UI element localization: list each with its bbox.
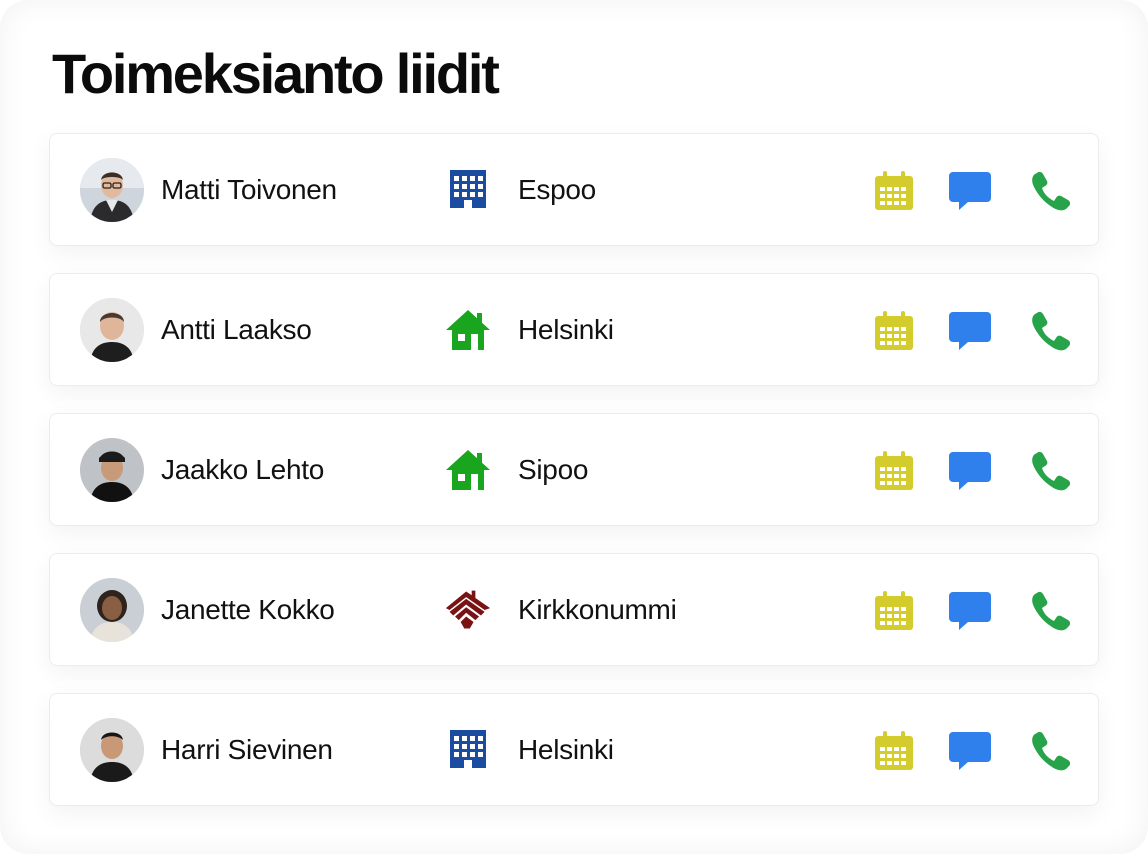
leads-list: Matti Toivonen Espoo Antti Laakso Helsin… (49, 133, 1099, 833)
calendar-icon[interactable] (872, 450, 916, 492)
lead-city: Helsinki (518, 734, 614, 765)
calendar-icon[interactable] (872, 310, 916, 352)
avatar (80, 158, 144, 222)
lead-row[interactable]: Jaakko Lehto Sipoo (49, 413, 1099, 526)
message-icon[interactable] (948, 450, 992, 492)
lead-name: Jaakko Lehto (161, 454, 324, 485)
lead-name: Antti Laakso (161, 314, 312, 345)
lead-city: Kirkkonummi (518, 594, 677, 625)
message-icon[interactable] (948, 170, 992, 212)
lead-name: Matti Toivonen (161, 174, 337, 205)
lead-row[interactable]: Harri Sievinen Helsinki (49, 693, 1099, 806)
page-title: Toimeksianto liidit (52, 42, 500, 105)
house-icon (444, 306, 492, 354)
avatar (80, 298, 144, 362)
avatar (80, 438, 144, 502)
lead-name: Janette Kokko (161, 594, 335, 625)
lead-row[interactable]: Antti Laakso Helsinki (49, 273, 1099, 386)
building-icon (444, 726, 492, 774)
lead-row[interactable]: Janette Kokko Kirkkonummi (49, 553, 1099, 666)
calendar-icon[interactable] (872, 590, 916, 632)
phone-icon[interactable] (1028, 310, 1072, 352)
message-icon[interactable] (948, 310, 992, 352)
phone-icon[interactable] (1028, 170, 1072, 212)
phone-icon[interactable] (1028, 450, 1072, 492)
lead-row[interactable]: Matti Toivonen Espoo (49, 133, 1099, 246)
farmhouse-icon (444, 586, 492, 634)
leads-card: Toimeksianto liidit Matti Toivonen Espoo… (0, 0, 1148, 854)
calendar-icon[interactable] (872, 170, 916, 212)
building-icon (444, 166, 492, 214)
phone-icon[interactable] (1028, 590, 1072, 632)
phone-icon[interactable] (1028, 730, 1072, 772)
message-icon[interactable] (948, 590, 992, 632)
lead-name: Harri Sievinen (161, 734, 333, 765)
calendar-icon[interactable] (872, 730, 916, 772)
lead-city: Helsinki (518, 314, 614, 345)
house-icon (444, 446, 492, 494)
message-icon[interactable] (948, 730, 992, 772)
avatar (80, 578, 144, 642)
lead-city: Sipoo (518, 454, 589, 485)
avatar (80, 718, 144, 782)
lead-city: Espoo (518, 174, 596, 205)
